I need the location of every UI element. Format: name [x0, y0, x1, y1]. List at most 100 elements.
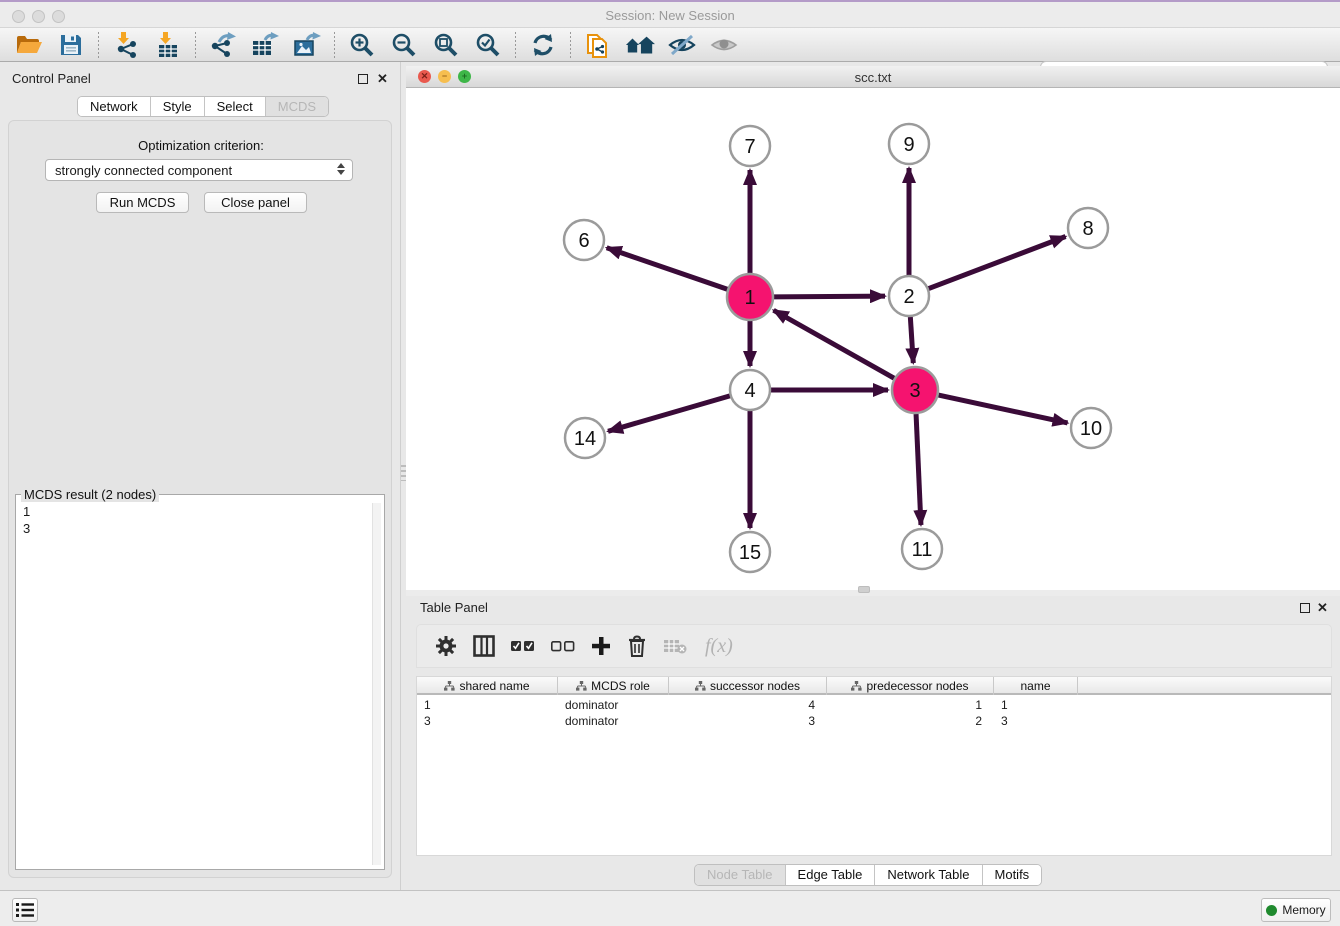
table-cell[interactable]: 2	[827, 713, 994, 729]
svg-text:3: 3	[909, 380, 920, 402]
zoom-out-icon[interactable]	[389, 31, 419, 59]
edge-3-10[interactable]	[938, 395, 1067, 423]
mcds-result-list[interactable]: 13	[19, 503, 370, 865]
toolbar-separator	[570, 32, 571, 58]
import-network-icon[interactable]	[111, 31, 141, 59]
import-table-icon[interactable]	[153, 31, 183, 59]
table-cell[interactable]: 1	[994, 697, 1078, 713]
table-cell[interactable]: 3	[669, 713, 827, 729]
edge-2-8[interactable]	[929, 237, 1066, 289]
run-mcds-button[interactable]: Run MCDS	[96, 192, 189, 213]
tab-node-table[interactable]: Node Table	[695, 865, 786, 886]
delete-row-icon[interactable]	[627, 635, 647, 657]
node-2[interactable]: 2	[889, 276, 929, 316]
edge-1-2[interactable]	[774, 296, 885, 297]
node-1[interactable]: 1	[727, 274, 773, 320]
result-item[interactable]: 3	[23, 520, 370, 537]
toolbar-separator	[195, 32, 196, 58]
houses-icon[interactable]	[625, 31, 655, 59]
column-label: MCDS role	[591, 679, 650, 693]
node-9[interactable]: 9	[889, 124, 929, 164]
column-label: shared name	[459, 679, 529, 693]
node-14[interactable]: 14	[565, 418, 605, 458]
table-cell[interactable]: 1	[417, 697, 558, 713]
network-canvas[interactable]: 7 9 6 8 1 2 4 3 14 10 15 11	[406, 88, 1340, 590]
tab-edge-table[interactable]: Edge Table	[786, 865, 876, 886]
result-item[interactable]: 1	[23, 503, 370, 520]
table-panel-close-icon[interactable]: ✕	[1317, 600, 1328, 616]
control-panel-float-icon[interactable]	[358, 74, 368, 84]
open-session-icon[interactable]	[14, 31, 44, 59]
node-6[interactable]: 6	[564, 220, 604, 260]
table-row[interactable]: 1dominator411	[417, 697, 1331, 713]
table-cell[interactable]: 3	[994, 713, 1078, 729]
column-header-successor-nodes[interactable]: successor nodes	[669, 677, 827, 695]
save-session-icon[interactable]	[56, 31, 86, 59]
edge-3-1[interactable]	[774, 310, 895, 378]
node-3[interactable]: 3	[892, 367, 938, 413]
tab-style[interactable]: Style	[151, 97, 205, 117]
node-7[interactable]: 7	[730, 126, 770, 166]
node-4[interactable]: 4	[730, 370, 770, 410]
node-15[interactable]: 15	[730, 532, 770, 572]
column-header-shared-name[interactable]: shared name	[417, 677, 558, 695]
horizontal-splitter[interactable]	[406, 590, 1340, 596]
task-history-button[interactable]	[12, 898, 38, 922]
optimization-criterion-label: Optimization criterion:	[9, 138, 393, 153]
zoom-in-icon[interactable]	[347, 31, 377, 59]
hide-selected-icon[interactable]	[667, 31, 697, 59]
control-panel-close-icon[interactable]: ✕	[377, 71, 388, 87]
svg-text:10: 10	[1080, 418, 1102, 440]
add-row-icon[interactable]	[591, 636, 611, 656]
zoom-selected-icon[interactable]	[473, 31, 503, 59]
column-header-name[interactable]: name	[994, 677, 1078, 695]
node-11[interactable]: 11	[902, 529, 942, 569]
table-toolbar: f(x)	[416, 624, 1332, 668]
tab-network[interactable]: Network	[78, 97, 151, 117]
result-scrollbar[interactable]	[372, 503, 381, 865]
insert-column-icon[interactable]	[473, 635, 495, 657]
memory-button[interactable]: Memory	[1261, 898, 1331, 922]
deselect-all-icon[interactable]	[551, 639, 575, 653]
export-image-icon[interactable]	[292, 31, 322, 59]
table-panel-float-icon[interactable]	[1300, 603, 1310, 613]
edge-3-11[interactable]	[916, 414, 921, 525]
toolbar-separator	[334, 32, 335, 58]
network-from-selection-icon[interactable]	[583, 31, 613, 59]
edge-2-3[interactable]	[910, 317, 913, 363]
mcds-result-title: MCDS result (2 nodes)	[21, 487, 159, 502]
column-header-predecessor-nodes[interactable]: predecessor nodes	[827, 677, 994, 695]
splitter-grip[interactable]	[858, 586, 870, 593]
edge-4-14[interactable]	[608, 396, 730, 431]
edge-1-6[interactable]	[607, 248, 728, 289]
column-label: successor nodes	[710, 679, 800, 693]
tab-mcds[interactable]: MCDS	[266, 97, 328, 117]
network-window-titlebar[interactable]: ✕ − + scc.txt	[406, 66, 1340, 88]
network-graph: 7 9 6 8 1 2 4 3 14 10 15 11	[406, 88, 1340, 590]
node-10[interactable]: 10	[1071, 408, 1111, 448]
table-cell[interactable]: 3	[417, 713, 558, 729]
svg-text:1: 1	[744, 287, 755, 309]
tab-network-table[interactable]: Network Table	[875, 865, 982, 886]
export-network-icon[interactable]	[208, 31, 238, 59]
table-cell[interactable]: 1	[827, 697, 994, 713]
table-row[interactable]: 3dominator323	[417, 713, 1331, 729]
zoom-fit-icon[interactable]	[431, 31, 461, 59]
select-all-icon[interactable]	[511, 639, 535, 653]
table-cell[interactable]: 4	[669, 697, 827, 713]
node-table: shared name MCDS role successor nodes prede…	[416, 676, 1332, 856]
svg-text:4: 4	[744, 380, 755, 402]
table-cell[interactable]: dominator	[558, 713, 669, 729]
column-header-MCDS-role[interactable]: MCDS role	[558, 677, 669, 695]
node-8[interactable]: 8	[1068, 208, 1108, 248]
export-table-icon[interactable]	[250, 31, 280, 59]
refresh-icon[interactable]	[528, 31, 558, 59]
table-cell[interactable]: dominator	[558, 697, 669, 713]
delete-table-icon	[663, 637, 687, 655]
chevron-updown-icon	[337, 163, 345, 175]
close-panel-button[interactable]: Close panel	[204, 192, 307, 213]
gear-icon[interactable]	[435, 635, 457, 657]
criterion-select[interactable]: strongly connected component	[45, 159, 353, 181]
tab-motifs[interactable]: Motifs	[983, 865, 1042, 886]
tab-select[interactable]: Select	[205, 97, 266, 117]
